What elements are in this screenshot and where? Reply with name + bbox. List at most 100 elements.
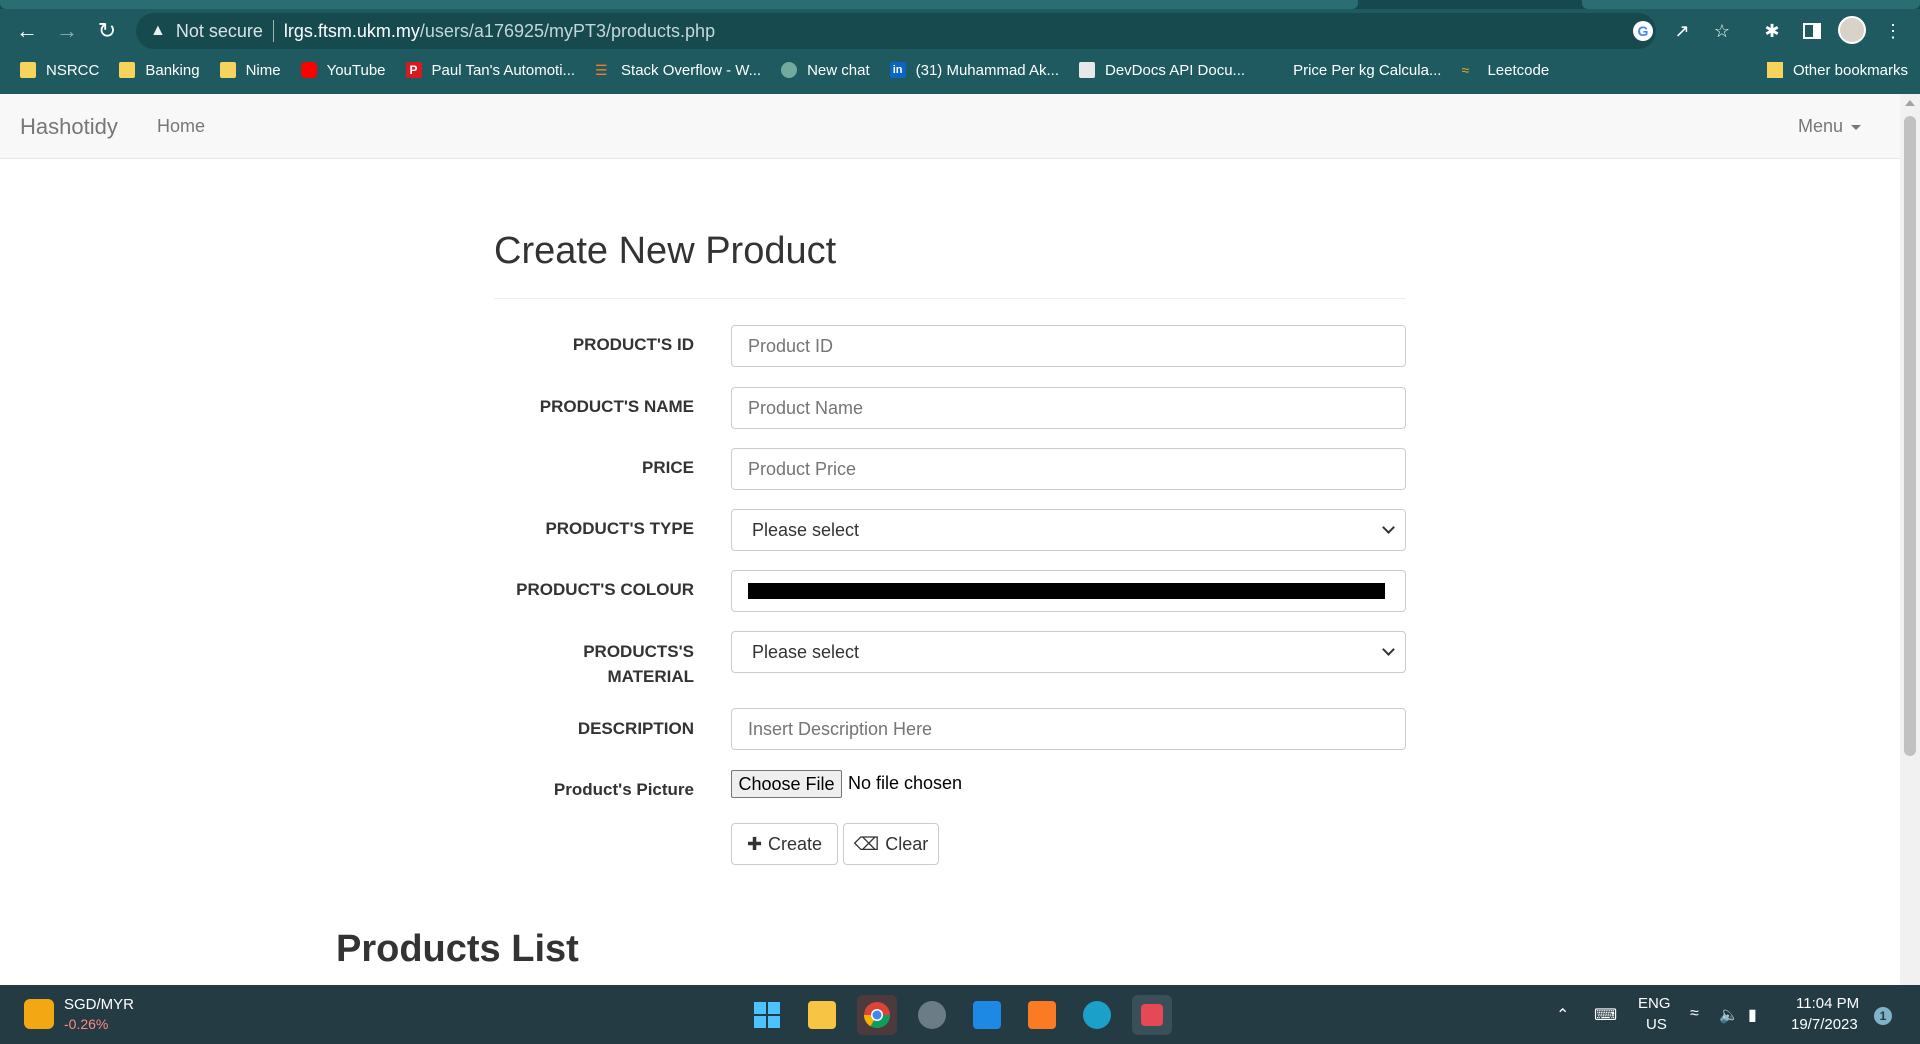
widget-title[interactable]: SGD/MYR [64,996,134,1013]
product-type-select[interactable]: Please select [731,509,1406,551]
omnibox-divider [272,20,274,42]
product-name-input[interactable] [731,387,1406,429]
address-bar[interactable]: ▲ Not secure lrgs.ftsm.ukm.my /users/a17… [136,13,1656,49]
clock-date[interactable]: 19/7/2023 [1791,1016,1858,1033]
choose-file-button[interactable]: Choose File [731,770,842,798]
edge-icon[interactable] [1077,995,1117,1035]
url-path: /users/a176925/myPT3/products.php [419,20,716,41]
notification-badge[interactable]: 1 [1874,1007,1892,1025]
clear-button[interactable]: ⌫ Clear [843,823,939,865]
stackoverflow-icon: ☰ [595,62,608,78]
bookmark-price-per-kg[interactable]: Price Per kg Calcula... [1293,62,1441,79]
keyboard-icon[interactable]: ⌨ [1594,1005,1617,1025]
label-product-picture: Product's Picture [553,780,694,799]
folder-icon [1766,62,1783,78]
scroll-up-icon[interactable] [1905,100,1915,106]
warning-icon: ▲ [150,22,166,39]
show-hidden-icons[interactable]: ⌃ [1556,1005,1569,1025]
start-icon[interactable] [747,995,787,1035]
file-status: No file chosen [848,773,963,793]
side-panel-icon[interactable] [1796,15,1828,47]
nav-home-link[interactable]: Home [157,116,205,137]
folder-icon [219,62,236,78]
bookmark-youtube[interactable]: YouTube [300,62,386,79]
browser-toolbar: ← → ↻ ▲ Not secure lrgs.ftsm.ukm.my /use… [0,9,1920,53]
more-menu-icon[interactable]: ⋮ [1877,15,1909,47]
bookmark-leetcode[interactable]: ≈ Leetcode [1461,62,1549,79]
title-divider [494,298,1406,299]
label-material-line2: MATERIAL [607,667,694,686]
vscode-icon[interactable] [967,995,1007,1035]
bookmark-star-icon[interactable]: ☆ [1706,15,1738,47]
label-product-name: PRODUCT'S NAME [539,397,694,416]
leetcode-icon: ≈ [1461,62,1470,78]
language-region: US [1646,1016,1667,1033]
back-icon[interactable]: ← [11,15,43,47]
bookmark-devdocs[interactable]: DevDocs API Docu... [1079,62,1245,79]
tab-strip [0,0,1920,9]
caret-down-icon [1851,124,1862,130]
xampp-icon[interactable] [1022,995,1062,1035]
windows-taskbar: SGD/MYR -0.26% ⌃ ⌨ ENG US ≈ 🔈 ▮ 11:04 PM… [0,985,1920,1044]
reload-icon[interactable]: ↻ [91,15,123,47]
scroll-thumb[interactable] [1904,116,1916,756]
bookmark-nsrcc[interactable]: NSRCC [20,62,99,79]
create-button[interactable]: ✚ Create [731,823,838,865]
nav-menu-dropdown[interactable]: Menu [1798,116,1862,137]
site-navbar: Hashotidy Home Menu [0,94,1900,159]
language-indicator[interactable]: ENG [1638,995,1671,1012]
product-id-input[interactable] [731,325,1406,367]
linkedin-icon: in [889,62,906,78]
clock-time[interactable]: 11:04 PM [1796,995,1859,1012]
browser-chrome: ← → ↻ ▲ Not secure lrgs.ftsm.ukm.my /use… [0,0,1920,94]
security-label[interactable]: Not secure [176,21,263,42]
product-material-select[interactable]: Please select [731,631,1406,673]
bookmark-linkedin[interactable]: in (31) Muhammad Ak... [889,62,1059,79]
eraser-icon: ⌫ [853,833,880,854]
site-brand[interactable]: Hashotidy [20,114,118,140]
url-host: lrgs.ftsm.ukm.my [283,20,420,41]
profile-avatar[interactable] [1838,16,1866,44]
description-input[interactable] [731,708,1406,750]
bookmark-banking[interactable]: Banking [119,62,200,79]
active-tab[interactable] [0,0,1358,9]
svg-text:G: G [1638,23,1649,39]
forward-icon[interactable]: → [51,15,83,47]
page-title: Create New Product [494,230,837,272]
wifi-icon[interactable]: ≈ [1690,1005,1699,1023]
youtube-icon [300,62,317,78]
bookmark-new-chat[interactable]: New chat [781,62,870,79]
currency-widget-icon[interactable] [24,999,54,1029]
snipping-tool-icon[interactable] [1132,995,1172,1035]
settings-icon[interactable] [912,995,952,1035]
paultan-icon: P [405,62,422,78]
folder-icon [119,62,136,78]
product-colour-picker[interactable] [731,570,1406,612]
plus-icon: ✚ [746,833,763,854]
volume-icon[interactable]: 🔈 [1719,1005,1739,1025]
label-product-type: PRODUCT'S TYPE [545,519,694,538]
label-product-id: PRODUCT'S ID [572,335,694,354]
product-price-input[interactable] [731,448,1406,490]
extensions-icon[interactable]: ✱ [1756,15,1788,47]
other-tab[interactable] [1582,0,1920,9]
other-bookmarks[interactable]: Other bookmarks [1766,55,1908,85]
devdocs-icon [1079,62,1095,78]
bookmarks-bar: NSRCC Banking Nime YouTube P Paul Tan's A… [0,55,1920,85]
bookmark-nime[interactable]: Nime [219,62,281,79]
google-lens-icon[interactable]: G [1627,15,1659,47]
folder-icon [20,62,36,78]
bookmark-paultan[interactable]: P Paul Tan's Automoti... [405,62,575,79]
file-explorer-icon[interactable] [802,995,842,1035]
widget-change: -0.26% [64,1016,109,1032]
chrome-icon[interactable] [857,995,897,1035]
label-product-colour: PRODUCT'S COLOUR [516,580,694,599]
chatgpt-icon [781,62,798,78]
share-icon[interactable]: ↗ [1666,15,1698,47]
page-scrollbar[interactable] [1900,94,1920,985]
bookmark-stackoverflow[interactable]: ☰ Stack Overflow - W... [595,62,761,79]
products-list-title: Products List [336,928,579,970]
battery-icon[interactable]: ▮ [1748,1005,1757,1025]
colour-swatch [748,583,1385,599]
label-description: DESCRIPTION [577,719,694,738]
